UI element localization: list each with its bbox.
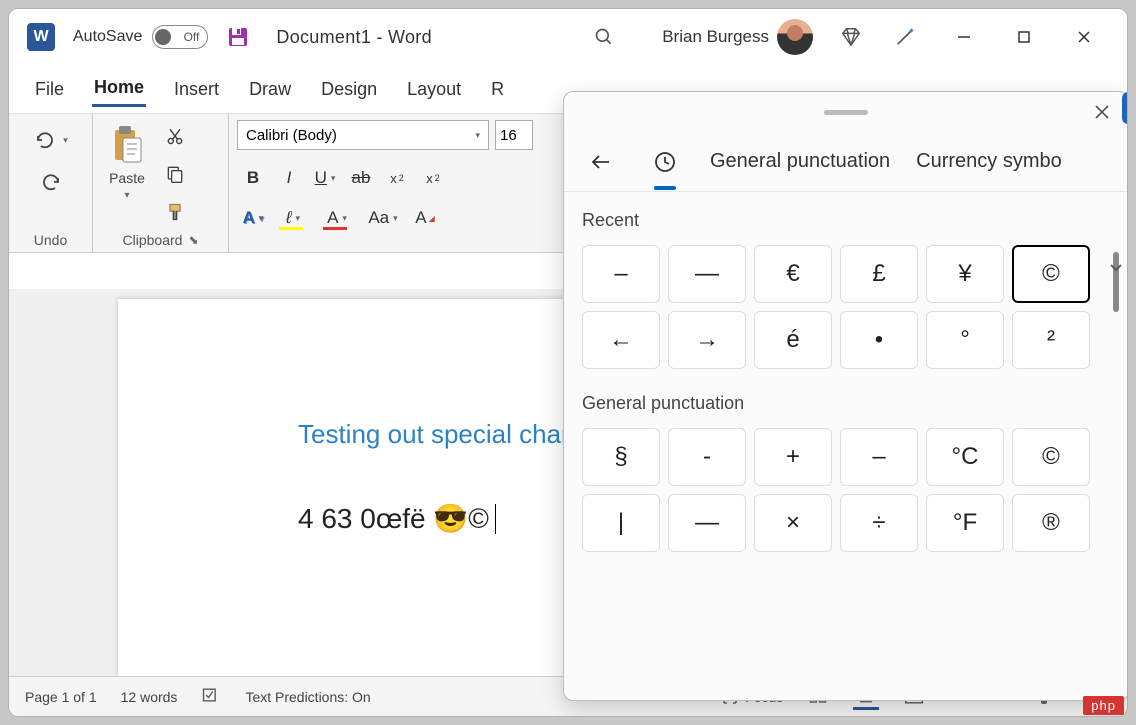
format-painter-button[interactable] bbox=[161, 198, 189, 226]
watermark: php bbox=[1083, 696, 1124, 715]
symbol-copyright[interactable]: © bbox=[1012, 245, 1090, 303]
tab-design[interactable]: Design bbox=[319, 73, 379, 106]
symbol-endash-2[interactable]: – bbox=[840, 428, 918, 486]
status-predictions[interactable]: Text Predictions: On bbox=[245, 689, 370, 705]
diamond-icon[interactable] bbox=[831, 17, 871, 57]
undo-button[interactable]: ▾ bbox=[33, 126, 68, 154]
autosave-state: Off bbox=[184, 30, 200, 44]
tab-general-punctuation[interactable]: General punctuation bbox=[710, 150, 890, 173]
tab-insert[interactable]: Insert bbox=[172, 73, 221, 106]
minimize-button[interactable] bbox=[949, 22, 979, 52]
redo-button[interactable] bbox=[37, 168, 65, 196]
window-controls bbox=[949, 22, 1099, 52]
change-case-button[interactable]: Aa▾ bbox=[361, 202, 405, 234]
font-name-select[interactable]: Calibri (Body)▾ bbox=[237, 120, 489, 150]
font-color-button[interactable]: A▾ bbox=[317, 202, 357, 234]
panel-tabs: General punctuation Currency symbo bbox=[564, 132, 1128, 192]
panel-body[interactable]: Recent – — € £ ¥ © ← → é • ° ² General p… bbox=[564, 192, 1128, 700]
status-page[interactable]: Page 1 of 1 bbox=[25, 689, 97, 705]
paste-button[interactable]: Paste ▾ bbox=[101, 120, 153, 205]
autosave-label: AutoSave bbox=[73, 28, 142, 46]
tab-currency-symbols[interactable]: Currency symbo bbox=[916, 150, 1062, 173]
superscript-button[interactable]: x2 bbox=[417, 162, 449, 194]
panel-header[interactable] bbox=[564, 92, 1128, 132]
title-bar: W AutoSave Off Document1 - Word Brian Bu… bbox=[9, 9, 1127, 65]
save-button[interactable] bbox=[224, 23, 252, 51]
symbol-pipe[interactable]: | bbox=[582, 494, 660, 552]
text-cursor bbox=[495, 504, 496, 534]
symbol-degree[interactable]: ° bbox=[926, 311, 1004, 369]
symbol-pound[interactable]: £ bbox=[840, 245, 918, 303]
tab-file[interactable]: File bbox=[33, 73, 66, 106]
maximize-button[interactable] bbox=[1009, 22, 1039, 52]
section-recent-title: Recent bbox=[582, 210, 1110, 231]
panel-close-button[interactable] bbox=[1090, 100, 1114, 124]
clear-formatting-button[interactable]: A◢ bbox=[409, 202, 441, 234]
tab-references[interactable]: R bbox=[489, 73, 506, 106]
symbol-multiply[interactable]: × bbox=[754, 494, 832, 552]
paste-label: Paste bbox=[109, 170, 145, 186]
symbol-section[interactable]: § bbox=[582, 428, 660, 486]
tab-draw[interactable]: Draw bbox=[247, 73, 293, 106]
symbol-euro[interactable]: € bbox=[754, 245, 832, 303]
status-spellcheck-icon[interactable] bbox=[201, 686, 221, 707]
subscript-button[interactable]: x2 bbox=[381, 162, 413, 194]
drag-grip[interactable] bbox=[824, 110, 868, 115]
highlight-button[interactable]: ℓ▾ bbox=[273, 202, 313, 234]
autosave-group: AutoSave Off bbox=[73, 25, 208, 49]
app-window: W AutoSave Off Document1 - Word Brian Bu… bbox=[8, 8, 1128, 717]
strikethrough-button[interactable]: ab bbox=[345, 162, 377, 194]
avatar[interactable] bbox=[777, 19, 813, 55]
symbol-yen[interactable]: ¥ bbox=[926, 245, 1004, 303]
symbol-emdash-2[interactable]: — bbox=[668, 494, 746, 552]
copy-button[interactable] bbox=[161, 160, 189, 188]
undo-group-label: Undo bbox=[17, 228, 84, 250]
status-words[interactable]: 12 words bbox=[121, 689, 178, 705]
cut-button[interactable] bbox=[161, 122, 189, 150]
toggle-knob bbox=[155, 29, 171, 45]
magic-wand-icon[interactable] bbox=[885, 17, 925, 57]
underline-button[interactable]: U▾ bbox=[309, 162, 341, 194]
symbol-registered[interactable]: ® bbox=[1012, 494, 1090, 552]
tab-home[interactable]: Home bbox=[92, 71, 146, 107]
clipboard-dialog-launcher[interactable]: ⬊ bbox=[188, 233, 198, 247]
search-icon[interactable] bbox=[584, 17, 624, 57]
text-effects-button[interactable]: A▾ bbox=[237, 202, 269, 234]
symbol-e-acute[interactable]: é bbox=[754, 311, 832, 369]
close-button[interactable] bbox=[1069, 22, 1099, 52]
recent-symbol-grid: – — € £ ¥ © ← → é • ° ² bbox=[582, 245, 1110, 369]
section-general-title: General punctuation bbox=[582, 393, 1110, 414]
symbol-fahrenheit[interactable]: °F bbox=[926, 494, 1004, 552]
document-title: Document1 - Word bbox=[276, 27, 432, 48]
word-app-icon: W bbox=[27, 23, 55, 51]
panel-back-button[interactable] bbox=[582, 143, 620, 181]
symbol-emdash[interactable]: — bbox=[668, 245, 746, 303]
symbol-endash[interactable]: – bbox=[582, 245, 660, 303]
symbol-divide[interactable]: ÷ bbox=[840, 494, 918, 552]
clipboard-group-label: Clipboard bbox=[123, 232, 183, 248]
autosave-toggle[interactable]: Off bbox=[152, 25, 208, 49]
recent-tab-icon[interactable] bbox=[646, 143, 684, 181]
general-symbol-grid: § - + – °C © | — × ÷ °F ® bbox=[582, 428, 1110, 552]
symbol-arrow-left[interactable]: ← bbox=[582, 311, 660, 369]
tab-layout[interactable]: Layout bbox=[405, 73, 463, 106]
panel-expand-chevron[interactable] bbox=[1108, 260, 1124, 279]
italic-button[interactable]: I bbox=[273, 162, 305, 194]
symbol-hyphen[interactable]: - bbox=[668, 428, 746, 486]
font-size-input[interactable]: 16 bbox=[495, 120, 533, 150]
symbol-copyright-2[interactable]: © bbox=[1012, 428, 1090, 486]
symbol-celsius[interactable]: °C bbox=[926, 428, 1004, 486]
symbol-squared[interactable]: ² bbox=[1012, 311, 1090, 369]
symbol-arrow-right[interactable]: → bbox=[668, 311, 746, 369]
bold-button[interactable]: B bbox=[237, 162, 269, 194]
symbol-panel: General punctuation Currency symbo Recen… bbox=[563, 91, 1128, 701]
user-name: Brian Burgess bbox=[662, 27, 769, 47]
symbol-plus[interactable]: + bbox=[754, 428, 832, 486]
symbol-bullet[interactable]: • bbox=[840, 311, 918, 369]
